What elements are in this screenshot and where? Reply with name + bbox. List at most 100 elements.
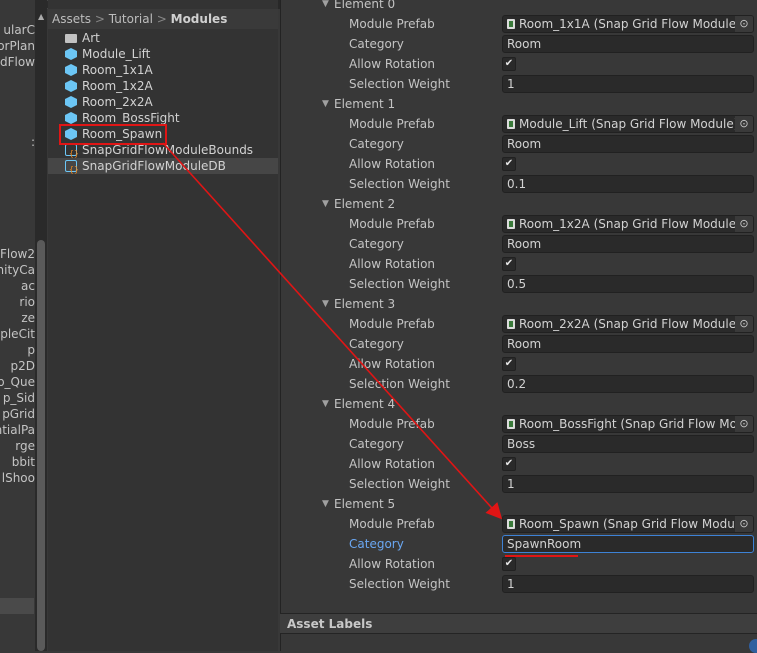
tree-item[interactable]: ze (21, 310, 35, 326)
allow-rotation-row: Allow Rotation ✔ (280, 454, 757, 474)
asset-item[interactable]: Art (48, 30, 278, 46)
selection-weight-input[interactable]: 0.2 (502, 375, 754, 393)
asset-labels-header[interactable]: Asset Labels (280, 613, 757, 634)
foldout-triangle-icon[interactable]: ▼ (322, 194, 329, 214)
asset-item[interactable]: Room_Spawn (48, 126, 278, 142)
foldout-triangle-icon[interactable]: ▼ (322, 294, 329, 314)
selection-weight-row: Selection Weight 1 (280, 474, 757, 494)
tree-item[interactable]: p (27, 342, 35, 358)
selection-weight-input[interactable]: 1 (502, 475, 754, 493)
field-label: Allow Rotation (349, 557, 436, 571)
asset-name: Module_Lift (82, 47, 151, 61)
object-picker-icon[interactable]: ⊙ (735, 216, 753, 232)
object-picker-icon[interactable]: ⊙ (735, 516, 753, 532)
tree-item[interactable]: pGrid (2, 406, 35, 422)
allow-rotation-checkbox[interactable]: ✔ (502, 257, 516, 271)
field-label: Selection Weight (349, 577, 450, 591)
foldout-triangle-icon[interactable]: ▼ (322, 394, 329, 414)
element-foldout[interactable]: ▼ Element 1 (280, 94, 757, 114)
tree-item[interactable]: ac (21, 278, 35, 294)
allow-rotation-checkbox[interactable]: ✔ (502, 457, 516, 471)
tree-item[interactable]: lShoo (2, 470, 35, 486)
asset-name: Room_1x2A (82, 79, 153, 93)
allow-rotation-checkbox[interactable]: ✔ (502, 157, 516, 171)
module-prefab-field[interactable]: Room_1x1A (Snap Grid Flow Module) ⊙ (502, 15, 754, 33)
asset-item[interactable]: {} SnapGridFlowModuleDB (48, 158, 278, 174)
selection-weight-row: Selection Weight 0.5 (280, 274, 757, 294)
tree-item[interactable]: orPlan (0, 38, 35, 54)
tree-item[interactable]: bbit (12, 454, 35, 470)
element-foldout[interactable]: ▼ Element 3 (280, 294, 757, 314)
object-picker-icon[interactable]: ⊙ (735, 416, 753, 432)
element-title: Element 0 (334, 0, 396, 11)
selection-weight-input[interactable]: 1 (502, 75, 754, 93)
field-label: Module Prefab (349, 417, 435, 431)
element-title: Element 1 (334, 97, 396, 111)
element-title: Element 4 (334, 397, 396, 411)
prefab-value: Room_BossFight (Snap Grid Flow Module) (519, 417, 754, 431)
module-prefab-field[interactable]: Room_2x2A (Snap Grid Flow Module) ⊙ (502, 315, 754, 333)
selection-weight-row: Selection Weight 0.2 (280, 374, 757, 394)
field-label: Category (349, 137, 404, 151)
foldout-triangle-icon[interactable]: ▼ (322, 94, 329, 114)
element-foldout[interactable]: ▼ Element 4 (280, 394, 757, 414)
selection-weight-input[interactable]: 0.1 (502, 175, 754, 193)
module-prefab-field[interactable]: Room_BossFight (Snap Grid Flow Module) ⊙ (502, 415, 754, 433)
breadcrumb-tutorial[interactable]: Tutorial (109, 12, 153, 26)
asset-item[interactable]: Room_1x1A (48, 62, 278, 78)
category-input[interactable]: Boss (502, 435, 754, 453)
selection-weight-row: Selection Weight 1 (280, 574, 757, 594)
script-asset-icon: {} (65, 144, 79, 158)
breadcrumb-modules[interactable]: Modules (171, 12, 228, 26)
tree-item[interactable]: rge (15, 438, 35, 454)
allow-rotation-row: Allow Rotation ✔ (280, 154, 757, 174)
object-picker-icon[interactable]: ⊙ (735, 116, 753, 132)
asset-item[interactable]: Room_1x2A (48, 78, 278, 94)
element-foldout[interactable]: ▼ Element 5 (280, 494, 757, 514)
tree-item[interactable]: dFlow (0, 54, 35, 70)
tree-item[interactable]: ntialPa (0, 422, 35, 438)
foldout-triangle-icon[interactable]: ▼ (322, 0, 329, 14)
module-prefab-field[interactable]: Room_Spawn (Snap Grid Flow Module) ⊙ (502, 515, 754, 533)
asset-item[interactable]: Room_2x2A (48, 94, 278, 110)
object-picker-icon[interactable]: ⊙ (735, 16, 753, 32)
tree-item[interactable]: p_Que (0, 374, 35, 390)
element-title: Element 2 (334, 197, 396, 211)
selection-weight-row: Selection Weight 0.1 (280, 174, 757, 194)
tree-item[interactable]: dFlow2 (0, 246, 35, 262)
tree-item[interactable]: ularC (3, 22, 35, 38)
tree-item[interactable]: pleCit (0, 326, 35, 342)
category-input[interactable]: Room (502, 135, 754, 153)
foldout-triangle-icon[interactable]: ▼ (322, 494, 329, 514)
script-asset-icon: {} (65, 160, 79, 174)
object-picker-icon[interactable]: ⊙ (735, 316, 753, 332)
prefab-value: Room_Spawn (Snap Grid Flow Module) (519, 517, 751, 531)
asset-name: Room_2x2A (82, 95, 153, 109)
asset-item[interactable]: Module_Lift (48, 46, 278, 62)
tree-item[interactable]: nityCa (0, 262, 35, 278)
module-prefab-field[interactable]: Module_Lift (Snap Grid Flow Module) ⊙ (502, 115, 754, 133)
scroll-up-icon[interactable]: ▲ (38, 12, 44, 21)
element-foldout[interactable]: ▼ Element 2 (280, 194, 757, 214)
allow-rotation-checkbox[interactable]: ✔ (502, 57, 516, 71)
tree-item[interactable]: rio (19, 294, 35, 310)
selection-weight-input[interactable]: 1 (502, 575, 754, 593)
element-foldout[interactable]: ▼ Element 0 (280, 0, 757, 14)
category-input[interactable]: Room (502, 35, 754, 53)
tree-item[interactable]: p_Sid (3, 390, 35, 406)
prefab-icon (507, 519, 515, 529)
tree-selected-row[interactable] (0, 598, 34, 614)
tree-item[interactable]: p2D (11, 358, 36, 374)
category-row: Category Room (280, 334, 757, 354)
tree-scrollbar-thumb[interactable] (37, 240, 45, 651)
asset-item[interactable]: Room_BossFight (48, 110, 278, 126)
allow-rotation-checkbox[interactable]: ✔ (502, 557, 516, 571)
category-input[interactable]: Room (502, 335, 754, 353)
category-input[interactable]: SpawnRoom (502, 535, 754, 553)
asset-item[interactable]: {} SnapGridFlowModuleBounds (48, 142, 278, 158)
module-prefab-field[interactable]: Room_1x2A (Snap Grid Flow Module) ⊙ (502, 215, 754, 233)
allow-rotation-checkbox[interactable]: ✔ (502, 357, 516, 371)
breadcrumb-assets[interactable]: Assets (52, 12, 91, 26)
selection-weight-input[interactable]: 0.5 (502, 275, 754, 293)
category-input[interactable]: Room (502, 235, 754, 253)
